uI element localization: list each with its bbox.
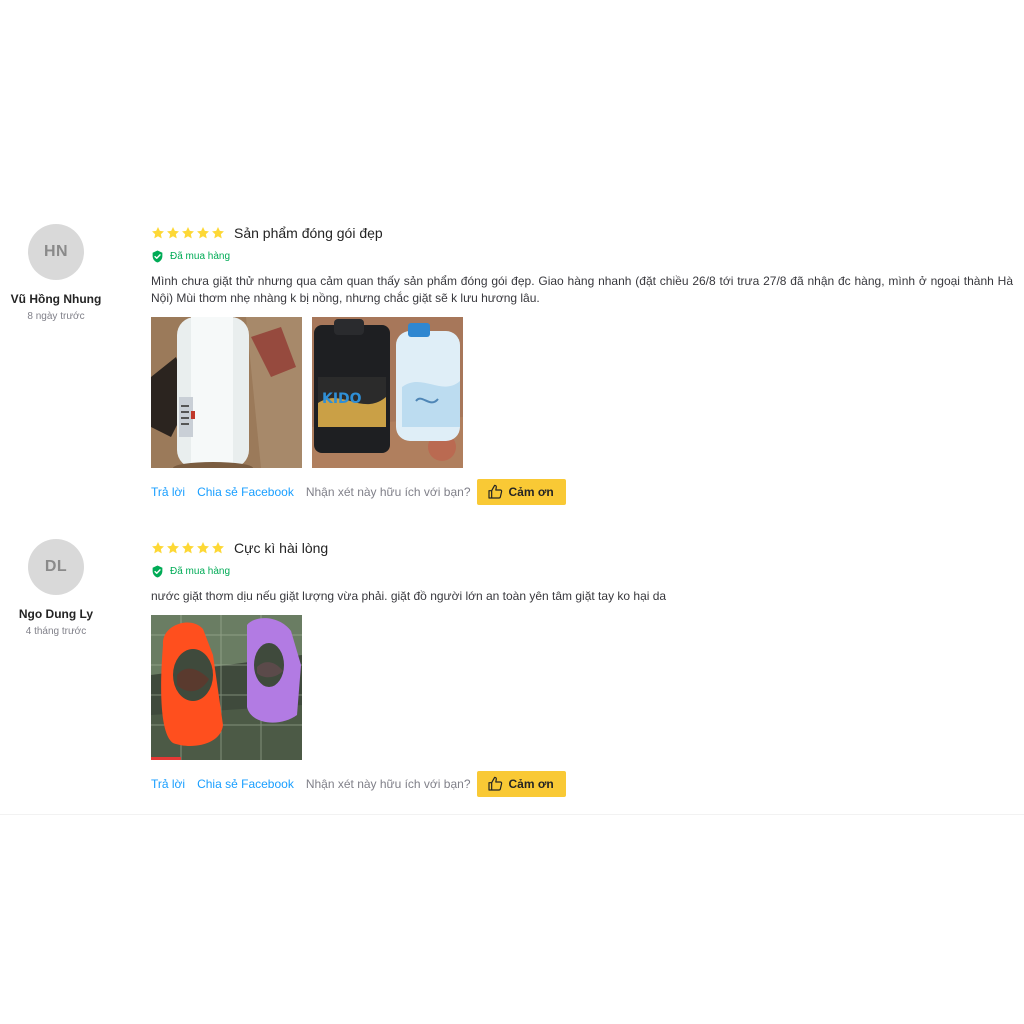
star-icon: [167, 542, 179, 554]
star-icon: [152, 227, 164, 239]
review-time: 4 tháng trước: [25, 626, 87, 637]
avatar: DL: [28, 539, 84, 595]
review-title-row: Sản phẩm đóng gói đẹp: [151, 224, 1013, 242]
star-icon: [182, 542, 194, 554]
star-icon: [197, 227, 209, 239]
review-author: HN Vũ Hồng Nhung 8 ngày trước: [0, 224, 112, 322]
star-icon: [212, 542, 224, 554]
review-content: Sản phẩm đóng gói đẹp Đã mua hàng Mình c…: [151, 224, 1013, 505]
review-title: Cực kì hài lòng: [234, 540, 329, 556]
review-content: Cực kì hài lòng Đã mua hàng nước giặt th…: [151, 539, 1013, 797]
thanks-button[interactable]: Cảm ơn: [476, 771, 566, 797]
share-facebook-link[interactable]: Chia sẻ Facebook: [197, 777, 294, 791]
thanks-label: Cảm ơn: [508, 777, 554, 791]
thumbs-up-icon: [487, 776, 502, 791]
review-photos: [151, 615, 1013, 760]
review-actions: Trả lời Chia sẻ Facebook Nhận xét này hữ…: [151, 771, 1013, 797]
bottle-planter-photo[interactable]: [151, 615, 302, 760]
review-text: nước giặt thơm dịu nếu giặt lượng vừa ph…: [151, 589, 667, 603]
review-actions: Trả lời Chia sẻ Facebook Nhận xét này hữ…: [151, 479, 1013, 505]
reply-link[interactable]: Trả lời: [151, 485, 185, 499]
review-author: DL Ngo Dung Ly 4 tháng trước: [0, 539, 112, 637]
thumbs-up-icon: [487, 484, 502, 499]
review-time: 8 ngày trước: [27, 311, 85, 322]
share-facebook-link[interactable]: Chia sẻ Facebook: [197, 485, 294, 499]
review-text: Mình chưa giặt thử nhưng qua cảm quan th…: [151, 274, 1013, 305]
rating-stars: [151, 226, 225, 240]
author-name: Vũ Hồng Nhung: [10, 292, 102, 306]
star-icon: [197, 542, 209, 554]
shield-check-icon: [152, 565, 163, 577]
thanks-button[interactable]: Cảm ơn: [476, 479, 566, 505]
star-icon: [182, 227, 194, 239]
review-title-row: Cực kì hài lòng: [151, 539, 1013, 557]
rating-stars: [151, 541, 225, 555]
thanks-label: Cảm ơn: [508, 485, 554, 499]
verified-badge: Đã mua hàng: [151, 563, 1013, 579]
helpful-question: Nhận xét này hữu ích với bạn?: [305, 485, 471, 499]
review-photos: KIDO: [151, 317, 1013, 468]
verified-badge: Đã mua hàng: [151, 248, 1013, 264]
kido-logo-text: KIDO: [322, 391, 362, 407]
star-icon: [167, 227, 179, 239]
helpful-question: Nhận xét này hữu ích với bạn?: [305, 777, 471, 791]
avatar: HN: [28, 224, 84, 280]
kido-detergent-cans-photo[interactable]: KIDO: [312, 317, 463, 468]
star-icon: [212, 227, 224, 239]
review-list: HN Vũ Hồng Nhung 8 ngày trước Sản phẩm đ…: [0, 210, 1024, 815]
white-detergent-bottle-photo[interactable]: [151, 317, 302, 468]
reply-link[interactable]: Trả lời: [151, 777, 185, 791]
author-name: Ngo Dung Ly: [18, 607, 94, 621]
star-icon: [152, 542, 164, 554]
verified-label: Đã mua hàng: [170, 250, 231, 262]
verified-label: Đã mua hàng: [170, 565, 231, 577]
shield-check-icon: [152, 250, 163, 262]
review-title: Sản phẩm đóng gói đẹp: [234, 225, 383, 241]
